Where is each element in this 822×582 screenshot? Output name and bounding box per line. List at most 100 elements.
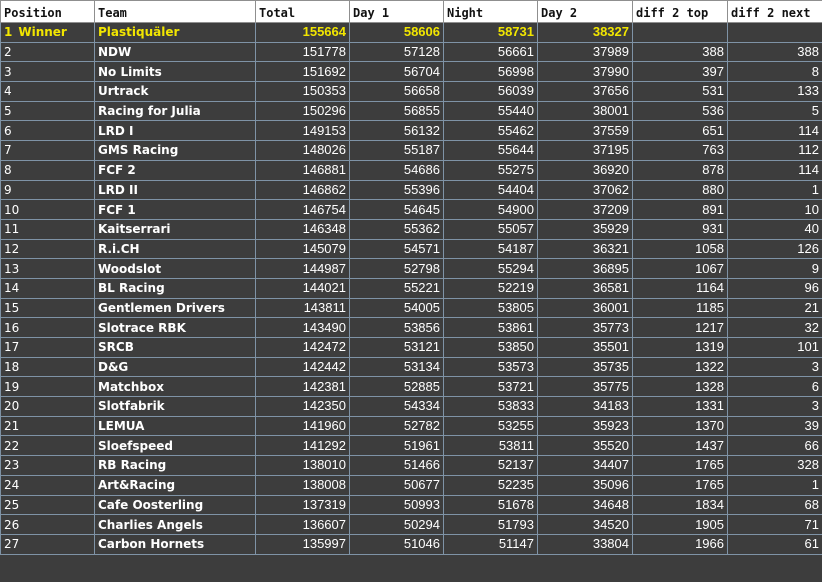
cell-position: 19 <box>0 376 95 398</box>
cell-day1: 55362 <box>349 218 444 240</box>
cell-position: 6 <box>0 120 95 142</box>
cell-day2: 35929 <box>537 218 633 240</box>
cell-position: 7 <box>0 140 95 161</box>
cell-total: 155664 <box>255 22 350 43</box>
cell-position: 5 <box>0 100 95 122</box>
cell-total: 141292 <box>255 435 350 457</box>
cell-diff-next: 8 <box>727 61 822 83</box>
cell-night: 55294 <box>443 258 538 279</box>
cell-diff-top: 1217 <box>632 317 728 338</box>
cell-diff-top: 1058 <box>632 238 728 260</box>
table-row: 12 R.i.CH 145079 54571 54187 36321 1058 126 <box>0 238 822 260</box>
header-total[interactable]: Total <box>255 0 350 23</box>
header-day1[interactable]: Day 1 <box>349 0 444 23</box>
cell-diff-next: 9 <box>727 258 822 279</box>
cell-total: 150296 <box>255 100 350 122</box>
cell-diff-next: 5 <box>727 100 822 122</box>
cell-night: 54187 <box>443 238 538 260</box>
cell-diff-top <box>632 22 728 43</box>
cell-day2: 35501 <box>537 337 633 358</box>
cell-team: No Limits <box>94 61 256 83</box>
header-day2[interactable]: Day 2 <box>537 0 633 23</box>
cell-team: Slotfabrik <box>94 396 256 417</box>
cell-day1: 54686 <box>349 159 444 181</box>
cell-night: 52137 <box>443 455 538 476</box>
cell-day1: 52782 <box>349 415 444 437</box>
cell-night: 53861 <box>443 317 538 338</box>
cell-day1: 56855 <box>349 100 444 122</box>
cell-diff-top: 1067 <box>632 258 728 279</box>
header-diff-next[interactable]: diff 2 next <box>727 0 822 23</box>
table-row: 5 Racing for Julia 150296 56855 55440 38001 53… <box>0 100 822 122</box>
cell-day1: 56132 <box>349 120 444 142</box>
cell-day2: 36001 <box>537 297 633 319</box>
cell-day1: 55187 <box>349 140 444 161</box>
cell-team: Racing for Julia <box>94 100 256 122</box>
cell-day2: 34648 <box>537 494 633 516</box>
cell-day1: 52798 <box>349 258 444 279</box>
cell-position: 14 <box>0 277 95 299</box>
cell-position: 27 <box>0 533 95 555</box>
header-position[interactable]: Position <box>0 0 95 23</box>
cell-total: 146881 <box>255 159 350 181</box>
position-number: 1 <box>4 25 13 40</box>
cell-diff-next: 3 <box>727 396 822 417</box>
table-row: 10 FCF 1 146754 54645 54900 37209 891 10 <box>0 199 822 220</box>
cell-diff-top: 1185 <box>632 297 728 319</box>
cell-day1: 53121 <box>349 337 444 358</box>
cell-total: 143811 <box>255 297 350 319</box>
cell-diff-top: 1765 <box>632 474 728 496</box>
cell-day1: 51046 <box>349 533 444 555</box>
cell-total: 135997 <box>255 533 350 555</box>
cell-diff-next: 388 <box>727 41 822 63</box>
cell-day2: 34183 <box>537 396 633 417</box>
cell-team: Plastiquäler <box>94 22 256 43</box>
cell-diff-next: 96 <box>727 277 822 299</box>
cell-position: 11 <box>0 218 95 240</box>
cell-day2: 37990 <box>537 61 633 83</box>
cell-diff-top: 931 <box>632 218 728 240</box>
cell-day2: 35923 <box>537 415 633 437</box>
cell-night: 55440 <box>443 100 538 122</box>
cell-day1: 50993 <box>349 494 444 516</box>
cell-day1: 58606 <box>349 22 444 43</box>
cell-diff-next: 133 <box>727 81 822 102</box>
cell-position: 4 <box>0 81 95 102</box>
cell-day2: 38001 <box>537 100 633 122</box>
cell-team: NDW <box>94 41 256 63</box>
cell-day2: 37062 <box>537 179 633 201</box>
header-diff-top[interactable]: diff 2 top <box>632 0 728 23</box>
header-night[interactable]: Night <box>443 0 538 23</box>
cell-team: LRD II <box>94 179 256 201</box>
cell-team: Urtrack <box>94 81 256 102</box>
cell-night: 53811 <box>443 435 538 457</box>
cell-day1: 56704 <box>349 61 444 83</box>
cell-day2: 36321 <box>537 238 633 260</box>
cell-day2: 38327 <box>537 22 633 43</box>
header-row: Position Team Total Day 1 Night Day 2 di… <box>0 0 822 23</box>
cell-day1: 54005 <box>349 297 444 319</box>
cell-day2: 36581 <box>537 277 633 299</box>
header-team[interactable]: Team <box>94 0 256 23</box>
results-table: Position Team Total Day 1 Night Day 2 di… <box>0 0 822 555</box>
cell-day2: 36895 <box>537 258 633 279</box>
cell-team: LEMUA <box>94 415 256 437</box>
cell-day2: 35096 <box>537 474 633 496</box>
cell-night: 53850 <box>443 337 538 358</box>
cell-diff-next: 328 <box>727 455 822 476</box>
cell-night: 53255 <box>443 415 538 437</box>
cell-day1: 53856 <box>349 317 444 338</box>
cell-day1: 57128 <box>349 41 444 63</box>
cell-position: 21 <box>0 415 95 437</box>
table-row: 3 No Limits 151692 56704 56998 37990 397 8 <box>0 61 822 83</box>
cell-night: 53805 <box>443 297 538 319</box>
table-row: 22 Sloefspeed 141292 51961 53811 35520 1437 66 <box>0 435 822 457</box>
table-row: 21 LEMUA 141960 52782 53255 35923 1370 39 <box>0 415 822 437</box>
cell-diff-top: 1322 <box>632 356 728 378</box>
cell-total: 146754 <box>255 199 350 220</box>
cell-diff-top: 397 <box>632 61 728 83</box>
table-body: 1 Winner Plastiquäler 155664 58606 58731 … <box>0 22 822 555</box>
cell-night: 55057 <box>443 218 538 240</box>
cell-diff-top: 1328 <box>632 376 728 398</box>
cell-diff-top: 891 <box>632 199 728 220</box>
